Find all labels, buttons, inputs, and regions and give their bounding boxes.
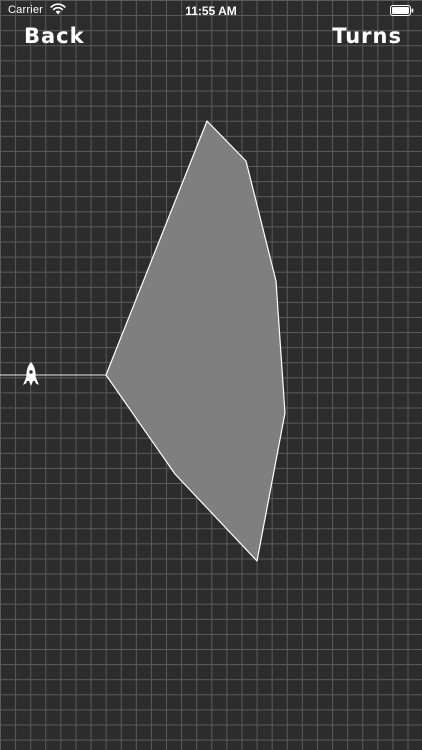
rocket-icon[interactable]	[23, 362, 39, 386]
planet-polygon[interactable]	[105, 120, 286, 562]
game-board	[0, 120, 286, 562]
